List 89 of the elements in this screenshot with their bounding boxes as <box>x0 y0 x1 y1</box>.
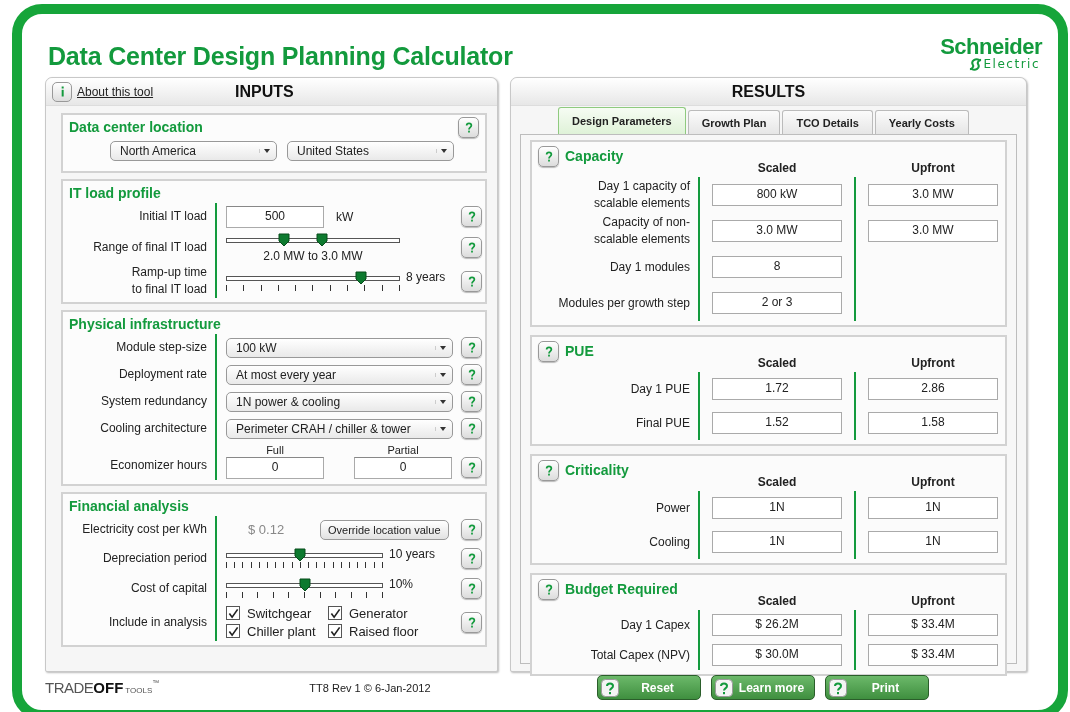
column-header: Upfront <box>911 475 955 489</box>
logo-subtitle: Electric <box>983 58 1040 71</box>
checkbox-label: Chiller plant <box>247 623 316 639</box>
checkbox-label: Raised floor <box>349 623 419 639</box>
field-label: Ramp-up time to final IT load <box>131 264 207 298</box>
field-label: Range of final IT load <box>93 238 207 256</box>
result-field: 2.86 <box>868 378 998 400</box>
section-title: Data center location <box>68 119 203 135</box>
result-field: 1N <box>868 531 998 553</box>
result-field: 1.52 <box>712 412 842 434</box>
field-label: Deployment rate <box>118 366 207 383</box>
field-label: System redundancy <box>100 393 207 410</box>
dropdown[interactable]: 100 kW <box>226 337 453 358</box>
column-header: Upfront <box>911 161 955 175</box>
field-caption: Full <box>266 443 284 456</box>
panel-title: INPUTS <box>235 82 294 101</box>
column-header: Scaled <box>757 475 797 489</box>
tab[interactable]: Design Parameters <box>558 107 686 134</box>
slider-reading: 8 years <box>406 270 446 284</box>
group-title: Capacity <box>565 148 624 164</box>
tab[interactable]: Yearly Costs <box>874 110 969 134</box>
result-field: 3.0 MW <box>712 220 842 242</box>
group-title: PUE <box>565 343 594 359</box>
dropdown[interactable]: United States <box>287 141 454 161</box>
tab[interactable]: Growth Plan <box>687 110 781 134</box>
field-label: Electricity cost per kWh <box>82 521 207 538</box>
dropdown[interactable]: Perimeter CRAH / chiller & tower <box>226 418 453 439</box>
dropdown[interactable]: North America <box>110 141 277 161</box>
result-label: Day 1 capacity of scalable elements <box>593 178 690 212</box>
field-label: Include in analysis <box>108 613 207 631</box>
app-title: Data Center Design Planning Calculator <box>48 42 513 71</box>
about-link[interactable]: About this tool <box>77 84 154 99</box>
section-title: Financial analysis <box>68 498 189 514</box>
slider-reading: 10 years <box>389 547 436 561</box>
column-header: Scaled <box>757 356 797 370</box>
unit-label: kW <box>336 209 354 224</box>
result-label: Day 1 Capex <box>620 616 690 634</box>
column-header: Scaled <box>757 594 797 608</box>
panel-title: RESULTS <box>731 82 806 101</box>
column-header: Upfront <box>911 594 955 608</box>
section-title: IT load profile <box>68 185 161 201</box>
result-field: 800 kW <box>712 184 842 206</box>
field-label: Depreciation period <box>102 549 207 567</box>
result-label: Cooling <box>649 533 690 551</box>
cost-value: $ 0.12 <box>248 522 286 537</box>
field-label: Initial IT load <box>139 208 207 225</box>
result-field: 1.58 <box>868 412 998 434</box>
version-text: TT8 Rev 1 © 6-Jan-2012 <box>309 681 431 694</box>
group-title: Budget Required <box>565 581 678 597</box>
result-field: $ 33.4M <box>868 644 998 666</box>
checkbox-label: Switchgear <box>247 605 312 621</box>
result-field: $ 33.4M <box>868 614 998 636</box>
field-caption: Partial <box>387 443 419 456</box>
result-field: 8 <box>712 256 842 278</box>
result-label: Modules per growth step <box>558 294 690 312</box>
tab[interactable]: TCO Details <box>782 110 873 134</box>
result-field: 1N <box>712 531 842 553</box>
field-label: Economizer hours <box>110 457 207 474</box>
result-field: $ 26.2M <box>712 614 842 636</box>
result-field: 2 or 3 <box>712 292 842 314</box>
result-field: 1.72 <box>712 378 842 400</box>
result-label: Power <box>656 499 690 517</box>
field-label: Cooling architecture <box>100 420 207 437</box>
result-label: Final PUE <box>635 414 690 432</box>
result-label: Capacity of non- scalable elements <box>593 214 690 248</box>
field-label: Module step-size <box>116 339 207 356</box>
result-label: Total Capex (NPV) <box>590 646 690 664</box>
result-field: 3.0 MW <box>868 184 998 206</box>
input-field[interactable]: 500 <box>226 205 324 228</box>
dropdown[interactable]: At most every year <box>226 364 453 385</box>
result-label: Day 1 modules <box>609 258 690 276</box>
logo-wordmark: Schneider <box>940 36 1042 58</box>
result-field: $ 30.0M <box>712 644 842 666</box>
result-field: 3.0 MW <box>868 220 998 242</box>
override-button[interactable]: Override location value <box>320 519 449 540</box>
column-header: Upfront <box>911 356 955 370</box>
result-label: Day 1 PUE <box>630 380 690 398</box>
group-title: Criticality <box>565 462 629 478</box>
section-title: Physical infrastructure <box>68 316 221 332</box>
range-reading: 2.0 MW to 3.0 MW <box>263 248 363 263</box>
slider-reading: 10% <box>389 577 414 591</box>
result-field: 1N <box>868 497 998 519</box>
result-field: 1N <box>712 497 842 519</box>
checkbox-label: Generator <box>349 605 408 621</box>
dropdown[interactable]: 1N power & cooling <box>226 391 453 412</box>
column-header: Scaled <box>757 161 797 175</box>
field-label: Cost of capital <box>130 579 207 597</box>
input-field[interactable]: 0 <box>354 456 452 479</box>
input-field[interactable]: 0 <box>226 456 324 479</box>
